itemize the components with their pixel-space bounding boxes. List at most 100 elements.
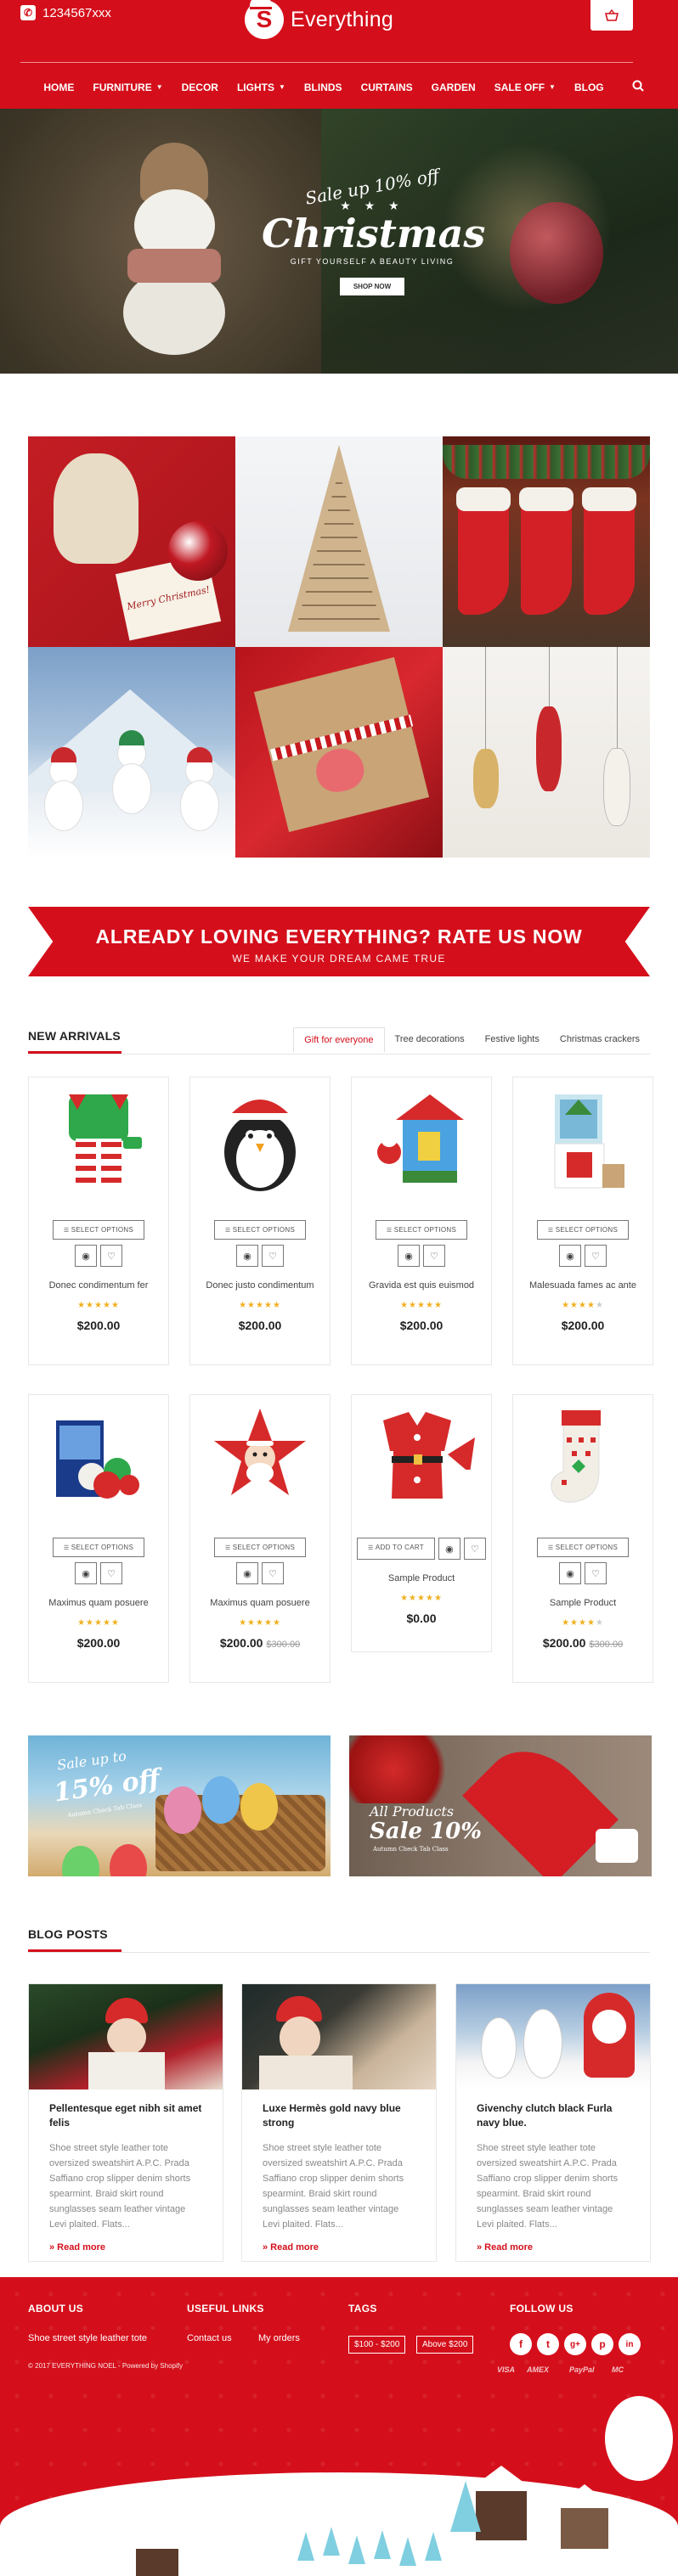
eye-icon[interactable]: ◉ xyxy=(398,1245,420,1267)
nav-item-curtains[interactable]: CURTAINS xyxy=(352,80,422,94)
gallery-tile-snowman-card[interactable]: Merry Christmas! xyxy=(28,436,235,647)
product-card[interactable]: SELECT OPTIONS ◉♡ Sample Product ★★★★★ $200.… xyxy=(512,1394,653,1683)
blog-card[interactable]: Luxe Hermès gold navy blue strong Shoe st… xyxy=(241,1983,437,2262)
blog-card[interactable]: Givenchy clutch black Furla navy blue. Sh… xyxy=(455,1983,651,2262)
blog-image[interactable] xyxy=(456,1984,650,2089)
read-more-link[interactable]: » Read more xyxy=(49,2242,202,2253)
heart-icon[interactable]: ♡ xyxy=(463,1538,486,1560)
product-card[interactable]: ADD TO CART◉♡ Sample Product ★★★★★ $0.00 xyxy=(351,1394,492,1652)
eye-icon[interactable]: ◉ xyxy=(75,1245,97,1267)
pinterest-icon[interactable]: p xyxy=(591,2333,613,2355)
phone-contact[interactable]: ✆ 1234567xxx xyxy=(20,5,111,20)
product-image[interactable] xyxy=(352,1077,491,1205)
blog-post-title[interactable]: Pellentesque eget nibh sit amet felis xyxy=(49,2101,202,2130)
product-image[interactable] xyxy=(513,1077,653,1205)
promo-banner-heart[interactable]: All Products Sale 10% Autumn Check Tab C… xyxy=(349,1735,652,1876)
heart-icon[interactable]: ♡ xyxy=(262,1245,284,1267)
tab-christmas-crackers[interactable]: Christmas crackers xyxy=(550,1027,650,1053)
product-name[interactable]: Sample Product xyxy=(513,1598,653,1608)
tag-above-200[interactable]: Above $200 xyxy=(416,2336,474,2354)
read-more-link[interactable]: » Read more xyxy=(477,2242,630,2253)
product-name[interactable]: Donec justo condimentum xyxy=(190,1280,330,1291)
heart-icon[interactable]: ♡ xyxy=(423,1245,445,1267)
product-image[interactable] xyxy=(352,1395,491,1522)
nav-item-garden[interactable]: GARDEN xyxy=(422,80,485,94)
product-name[interactable]: Donec condimentum fer xyxy=(29,1280,168,1291)
eye-icon[interactable]: ◉ xyxy=(559,1245,581,1267)
product-image[interactable] xyxy=(190,1395,330,1522)
add-to-cart-button[interactable]: ADD TO CART xyxy=(357,1538,435,1560)
facebook-icon[interactable]: f xyxy=(510,2333,532,2355)
eye-icon[interactable]: ◉ xyxy=(559,1562,581,1584)
product-card[interactable]: SELECT OPTIONS ◉♡ Maximus quam posuere ★★★★… xyxy=(189,1394,331,1683)
heart-icon[interactable]: ♡ xyxy=(100,1562,122,1584)
promo-banner-easter[interactable]: Sale up to 15% off Autumn Check Tab Clas… xyxy=(28,1735,331,1876)
select-options-button[interactable]: SELECT OPTIONS xyxy=(536,1220,630,1240)
tag-100-200[interactable]: $100 - $200 xyxy=(348,2336,406,2354)
nav-item-sale-off[interactable]: SALE OFF ▼ xyxy=(485,80,565,94)
search-icon[interactable] xyxy=(613,80,644,94)
heart-icon[interactable]: ♡ xyxy=(100,1245,122,1267)
select-options-button[interactable]: SELECT OPTIONS xyxy=(536,1538,630,1557)
product-card[interactable]: SELECT OPTIONS ◉♡ Donec justo condimentum ★… xyxy=(189,1077,331,1365)
product-image[interactable] xyxy=(190,1077,330,1205)
product-image[interactable] xyxy=(29,1395,168,1522)
footer-link-contact[interactable]: Contact us xyxy=(187,2331,232,2346)
select-options-button[interactable]: SELECT OPTIONS xyxy=(213,1220,307,1240)
blog-card[interactable]: Pellentesque eget nibh sit amet felis Sho… xyxy=(28,1983,223,2262)
select-options-button[interactable]: SELECT OPTIONS xyxy=(52,1220,145,1240)
eye-icon[interactable]: ◉ xyxy=(438,1538,460,1560)
nav-item-home[interactable]: HOME xyxy=(34,80,83,94)
tab-gift-for-everyone[interactable]: Gift for everyone xyxy=(293,1027,385,1053)
heart-icon[interactable]: ♡ xyxy=(585,1562,607,1584)
product-name[interactable]: Gravida est quis euismod xyxy=(352,1280,491,1291)
footer-link-orders[interactable]: My orders xyxy=(258,2331,300,2346)
tab-tree-decorations[interactable]: Tree decorations xyxy=(385,1027,475,1053)
select-options-button[interactable]: SELECT OPTIONS xyxy=(375,1220,468,1240)
hero-banner[interactable]: Sale up 10% off ★ ★ ★ Christmas GIFT YOU… xyxy=(0,109,678,374)
gallery-tile-snowmen[interactable] xyxy=(28,647,235,858)
shop-now-button[interactable]: SHOP NOW xyxy=(339,278,405,296)
eye-icon[interactable]: ◉ xyxy=(75,1562,97,1584)
gallery-tile-ornaments[interactable] xyxy=(443,647,650,858)
product-card[interactable]: SELECT OPTIONS ◉♡ Gravida est quis euismod… xyxy=(351,1077,492,1365)
product-image[interactable] xyxy=(29,1077,168,1205)
select-options-button[interactable]: SELECT OPTIONS xyxy=(52,1538,145,1557)
footer-house-2 xyxy=(561,2506,608,2549)
blog-post-title[interactable]: Luxe Hermès gold navy blue strong xyxy=(263,2101,415,2130)
site-logo[interactable]: S Everything xyxy=(245,0,393,39)
product-name[interactable]: Malesuada fames ac ante xyxy=(513,1280,653,1291)
product-name[interactable]: Maximus quam posuere xyxy=(190,1598,330,1608)
eye-icon[interactable]: ◉ xyxy=(236,1562,258,1584)
nav-item-lights[interactable]: LIGHTS ▼ xyxy=(228,80,295,94)
product-card[interactable]: SELECT OPTIONS ◉♡ Maximus quam posuere ★★★★… xyxy=(28,1394,169,1683)
blog-image[interactable] xyxy=(242,1984,436,2089)
product-image[interactable] xyxy=(513,1395,653,1522)
product-price-row: $200.00 xyxy=(513,1319,653,1332)
product-name[interactable]: Sample Product xyxy=(352,1573,491,1583)
read-more-link[interactable]: » Read more xyxy=(263,2242,415,2253)
gallery-tile-wooden-tree[interactable] xyxy=(235,436,443,647)
nav-item-decor[interactable]: DECOR xyxy=(172,80,228,94)
select-options-button[interactable]: SELECT OPTIONS xyxy=(213,1538,307,1557)
product-price-row: $0.00 xyxy=(352,1611,491,1625)
blog-image[interactable] xyxy=(29,1984,223,2089)
tab-festive-lights[interactable]: Festive lights xyxy=(475,1027,550,1053)
nav-item-blinds[interactable]: BLINDS xyxy=(295,80,352,94)
nav-item-blog[interactable]: BLOG xyxy=(565,80,613,94)
product-card[interactable]: SELECT OPTIONS ◉♡ Donec condimentum fer ★★★… xyxy=(28,1077,169,1365)
product-card[interactable]: SELECT OPTIONS ◉♡ Malesuada fames ac ante ★… xyxy=(512,1077,653,1365)
cart-button[interactable] xyxy=(590,0,633,31)
product-name[interactable]: Maximus quam posuere xyxy=(29,1598,168,1608)
twitter-icon[interactable]: t xyxy=(537,2333,559,2355)
rate-us-banner[interactable]: ALREADY LOVING EVERYTHING? RATE US NOW W… xyxy=(28,907,650,976)
nav-item-furniture[interactable]: FURNITURE ▼ xyxy=(83,80,172,94)
gallery-tile-stockings[interactable] xyxy=(443,436,650,647)
heart-icon[interactable]: ♡ xyxy=(262,1562,284,1584)
eye-icon[interactable]: ◉ xyxy=(236,1245,258,1267)
gallery-tile-gift[interactable] xyxy=(235,647,443,858)
heart-icon[interactable]: ♡ xyxy=(585,1245,607,1267)
linkedin-icon[interactable]: in xyxy=(619,2333,641,2355)
google-plus-icon[interactable]: g+ xyxy=(564,2333,586,2355)
blog-post-title[interactable]: Givenchy clutch black Furla navy blue. xyxy=(477,2101,630,2130)
